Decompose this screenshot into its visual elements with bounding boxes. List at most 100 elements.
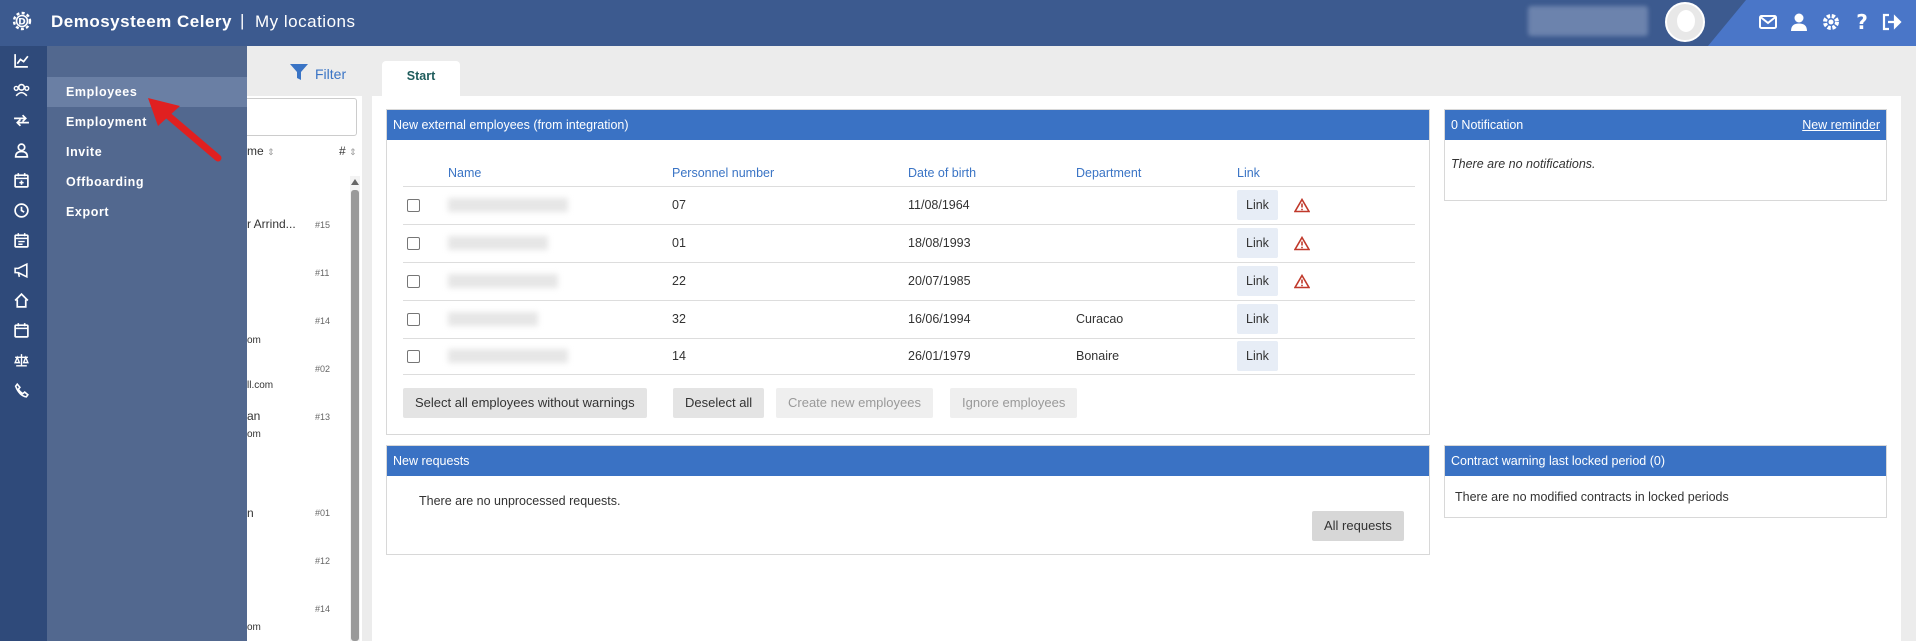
top-bar: D Demosysteem Celery | My locations ? — [0, 0, 1916, 46]
col-department[interactable]: Department — [1076, 160, 1237, 187]
megaphone-icon[interactable] — [13, 262, 30, 279]
annotation-arrow-icon — [148, 98, 222, 162]
personnel-number: 01 — [672, 224, 908, 263]
row-checkbox[interactable] — [407, 275, 420, 289]
all-requests-button[interactable]: All requests — [1312, 511, 1404, 541]
list-item-number: #12 — [315, 556, 331, 566]
link-button[interactable]: Link — [1237, 341, 1278, 371]
list-item-number: #11 — [315, 268, 330, 278]
list-item-text: om — [247, 429, 261, 440]
app-logo-gear-icon[interactable]: D — [10, 9, 34, 33]
new-reminder-link[interactable]: New reminder — [1802, 110, 1880, 140]
warning-icon[interactable] — [1293, 198, 1310, 213]
select-all-without-warnings-button[interactable]: Select all employees without warnings — [403, 388, 647, 418]
warning-icon[interactable] — [1293, 236, 1310, 251]
link-button[interactable]: Link — [1237, 190, 1278, 220]
personnel-number: 07 — [672, 186, 908, 225]
app-name: Demosysteem Celery — [51, 12, 232, 31]
avatar[interactable] — [1665, 2, 1705, 42]
date-of-birth: 16/06/1994 — [908, 300, 1076, 339]
date-of-birth: 20/07/1985 — [908, 262, 1076, 301]
date-of-birth: 18/08/1993 — [908, 224, 1076, 263]
col-link[interactable]: Link — [1237, 160, 1415, 187]
content-gutter — [362, 96, 372, 641]
employee-name-blurred — [448, 198, 568, 213]
table-row: 01 18/08/1993 Link — [403, 224, 1415, 263]
clock-icon[interactable] — [13, 202, 30, 219]
calendar-icon[interactable] — [13, 232, 30, 249]
department: Bonaire — [1076, 338, 1237, 375]
filter-button[interactable]: Filter — [289, 62, 346, 82]
ignore-employees-button[interactable]: Ignore employees — [950, 388, 1078, 418]
employees-icon[interactable] — [13, 82, 30, 99]
employee-name-blurred — [448, 312, 538, 327]
help-icon[interactable]: ? — [1851, 11, 1873, 33]
card-title: Contract warning last locked period (0) — [1445, 446, 1886, 476]
tab-start[interactable]: Start — [382, 61, 460, 96]
list-item-number: #15 — [315, 220, 331, 230]
chart-icon[interactable] — [13, 52, 30, 69]
menu-item-offboarding[interactable]: Offboarding — [47, 167, 247, 197]
col-name[interactable]: Name — [448, 160, 672, 187]
phone-icon[interactable] — [13, 382, 30, 399]
deselect-all-button[interactable]: Deselect all — [673, 388, 765, 418]
table-row: 22 20/07/1985 Link — [403, 262, 1415, 301]
logout-icon[interactable] — [1880, 11, 1902, 33]
list-item-number: #02 — [315, 364, 331, 374]
table-row: 32 16/06/1994 Curacao Link — [403, 300, 1415, 339]
department: Curacao — [1076, 300, 1237, 339]
card-header: 0 Notification New reminder — [1445, 110, 1886, 140]
notifications-card: 0 Notification New reminder There are no… — [1444, 109, 1887, 201]
personnel-number: 32 — [672, 300, 908, 339]
card-title: New external employees (from integration… — [387, 110, 1429, 140]
list-header-name[interactable]: me ⇕ — [247, 144, 275, 158]
menu-item-export[interactable]: Export — [47, 197, 247, 227]
list-item-text: ll.com — [247, 380, 274, 391]
list-item-text: an — [247, 409, 261, 423]
list-scrollbar[interactable] — [350, 176, 360, 641]
notifications-empty-text: There are no notifications. — [1451, 157, 1596, 171]
calendar-check-icon[interactable] — [13, 322, 30, 339]
table-row: 14 26/01/1979 Bonaire Link — [403, 338, 1415, 375]
gear-icon[interactable] — [1820, 11, 1842, 33]
col-date-of-birth[interactable]: Date of birth — [908, 160, 1076, 187]
list-item-text: om — [247, 335, 261, 346]
row-checkbox[interactable] — [407, 350, 420, 364]
contract-warning-card: Contract warning last locked period (0) … — [1444, 445, 1887, 518]
list-header-number[interactable]: # ⇕ — [339, 144, 357, 158]
calendar-plus-icon[interactable] — [13, 172, 30, 189]
title-separator: | — [240, 11, 245, 30]
list-item-text: om — [247, 622, 261, 633]
warning-icon[interactable] — [1293, 274, 1310, 289]
table-row: 07 11/08/1964 Link — [403, 186, 1415, 225]
list-item-number: #14 — [315, 316, 331, 326]
link-button[interactable]: Link — [1237, 266, 1278, 296]
transfer-icon[interactable] — [13, 112, 30, 129]
link-button[interactable]: Link — [1237, 228, 1278, 258]
link-button[interactable]: Link — [1237, 304, 1278, 334]
scroll-up-icon[interactable] — [351, 179, 359, 185]
scale-icon[interactable] — [13, 352, 30, 369]
requests-empty-text: There are no unprocessed requests. — [419, 494, 621, 508]
col-personnel-number[interactable]: Personnel number — [672, 160, 908, 187]
mail-icon[interactable] — [1757, 11, 1779, 33]
row-checkbox[interactable] — [407, 237, 420, 251]
col-select — [403, 160, 448, 187]
user-icon[interactable] — [1788, 11, 1810, 33]
scroll-thumb[interactable] — [351, 190, 359, 641]
row-checkbox[interactable] — [407, 313, 420, 327]
svg-text:?: ? — [1856, 11, 1868, 33]
date-of-birth: 11/08/1964 — [908, 186, 1076, 225]
list-search-input[interactable] — [237, 98, 357, 136]
list-item-number: #13 — [315, 412, 331, 422]
list-item-number: #01 — [315, 508, 331, 518]
personnel-number: 22 — [672, 262, 908, 301]
row-checkbox[interactable] — [407, 199, 420, 213]
person-icon[interactable] — [13, 142, 30, 159]
department — [1076, 186, 1237, 225]
svg-text:D: D — [18, 18, 25, 28]
external-employees-table: Name Personnel number Date of birth Depa… — [403, 160, 1415, 375]
create-new-employees-button[interactable]: Create new employees — [776, 388, 933, 418]
home-icon[interactable] — [13, 292, 30, 309]
employee-name-blurred — [448, 349, 568, 364]
